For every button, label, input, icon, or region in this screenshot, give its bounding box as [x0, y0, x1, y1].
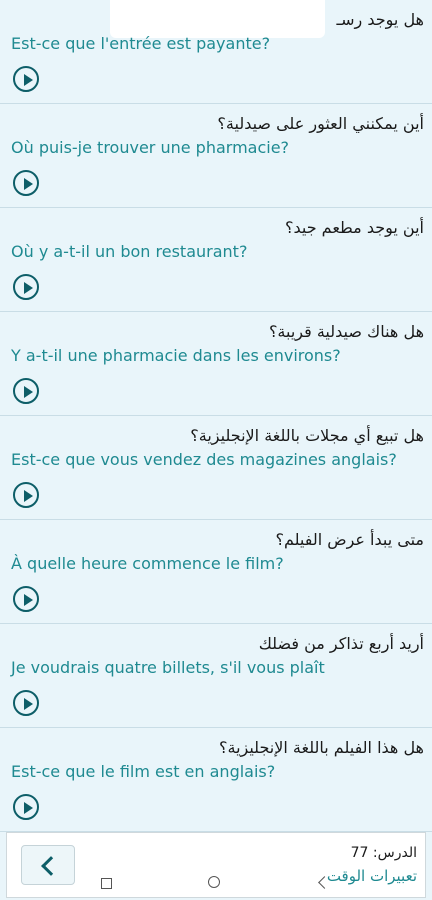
french-phrase: Y a-t-il une pharmacie dans les environs…: [11, 346, 341, 365]
french-phrase: À quelle heure commence le film?: [11, 554, 284, 573]
french-phrase: Est-ce que vous vendez des magazines ang…: [11, 450, 397, 469]
phrase-item: هل هذا الفيلم باللغة الإنجليزية؟ Est-ce …: [0, 728, 432, 832]
french-phrase: Où y a-t-il un bon restaurant?: [11, 242, 248, 261]
status-overlay: [110, 0, 325, 38]
phrase-item: هل هناك صيدلية قريبة؟ Y a-t-il une pharm…: [0, 312, 432, 416]
lesson-number: الدرس: 77: [350, 845, 417, 861]
phrase-item: هل يوجد رسـ Est-ce que l'entrée est paya…: [0, 0, 432, 104]
play-icon[interactable]: [13, 378, 39, 404]
system-nav-bar: [0, 868, 432, 900]
french-phrase: Où puis-je trouver une pharmacie?: [11, 138, 290, 157]
arabic-phrase: هل تبيع أي مجلات باللغة الإنجليزية؟: [190, 426, 424, 445]
french-phrase: Je voudrais quatre billets, s'il vous pl…: [11, 658, 325, 677]
french-phrase: Est-ce que l'entrée est payante?: [11, 34, 271, 53]
play-icon[interactable]: [13, 482, 39, 508]
phrase-item: متى يبدأ عرض الفيلم؟ À quelle heure comm…: [0, 520, 432, 624]
play-icon[interactable]: [13, 690, 39, 716]
play-icon[interactable]: [13, 274, 39, 300]
arabic-phrase: أريد أربع تذاكر من فضلك: [258, 634, 424, 653]
phrase-item: أين يمكنني العثور على صيدلية؟ Où puis-je…: [0, 104, 432, 208]
phrase-item: أين يوجد مطعم جيد؟ Où y a-t-il un bon re…: [0, 208, 432, 312]
play-icon[interactable]: [13, 66, 39, 92]
arabic-phrase: متى يبدأ عرض الفيلم؟: [275, 530, 424, 549]
french-phrase: Est-ce que le film est en anglais?: [11, 762, 276, 781]
arabic-phrase: أين يوجد مطعم جيد؟: [284, 218, 424, 237]
arabic-phrase: هل يوجد رسـ: [336, 10, 424, 29]
home-icon[interactable]: [208, 876, 220, 888]
arabic-phrase: أين يمكنني العثور على صيدلية؟: [217, 114, 424, 133]
play-icon[interactable]: [13, 586, 39, 612]
arabic-phrase: هل هناك صيدلية قريبة؟: [268, 322, 424, 341]
recent-apps-icon[interactable]: [101, 878, 112, 889]
play-icon[interactable]: [13, 170, 39, 196]
phrase-item: هل تبيع أي مجلات باللغة الإنجليزية؟ Est-…: [0, 416, 432, 520]
phrase-list: هل يوجد رسـ Est-ce que l'entrée est paya…: [0, 0, 432, 832]
phrase-item: أريد أربع تذاكر من فضلك Je voudrais quat…: [0, 624, 432, 728]
play-icon[interactable]: [13, 794, 39, 820]
arabic-phrase: هل هذا الفيلم باللغة الإنجليزية؟: [219, 738, 424, 757]
nav-back-icon[interactable]: [318, 876, 331, 889]
